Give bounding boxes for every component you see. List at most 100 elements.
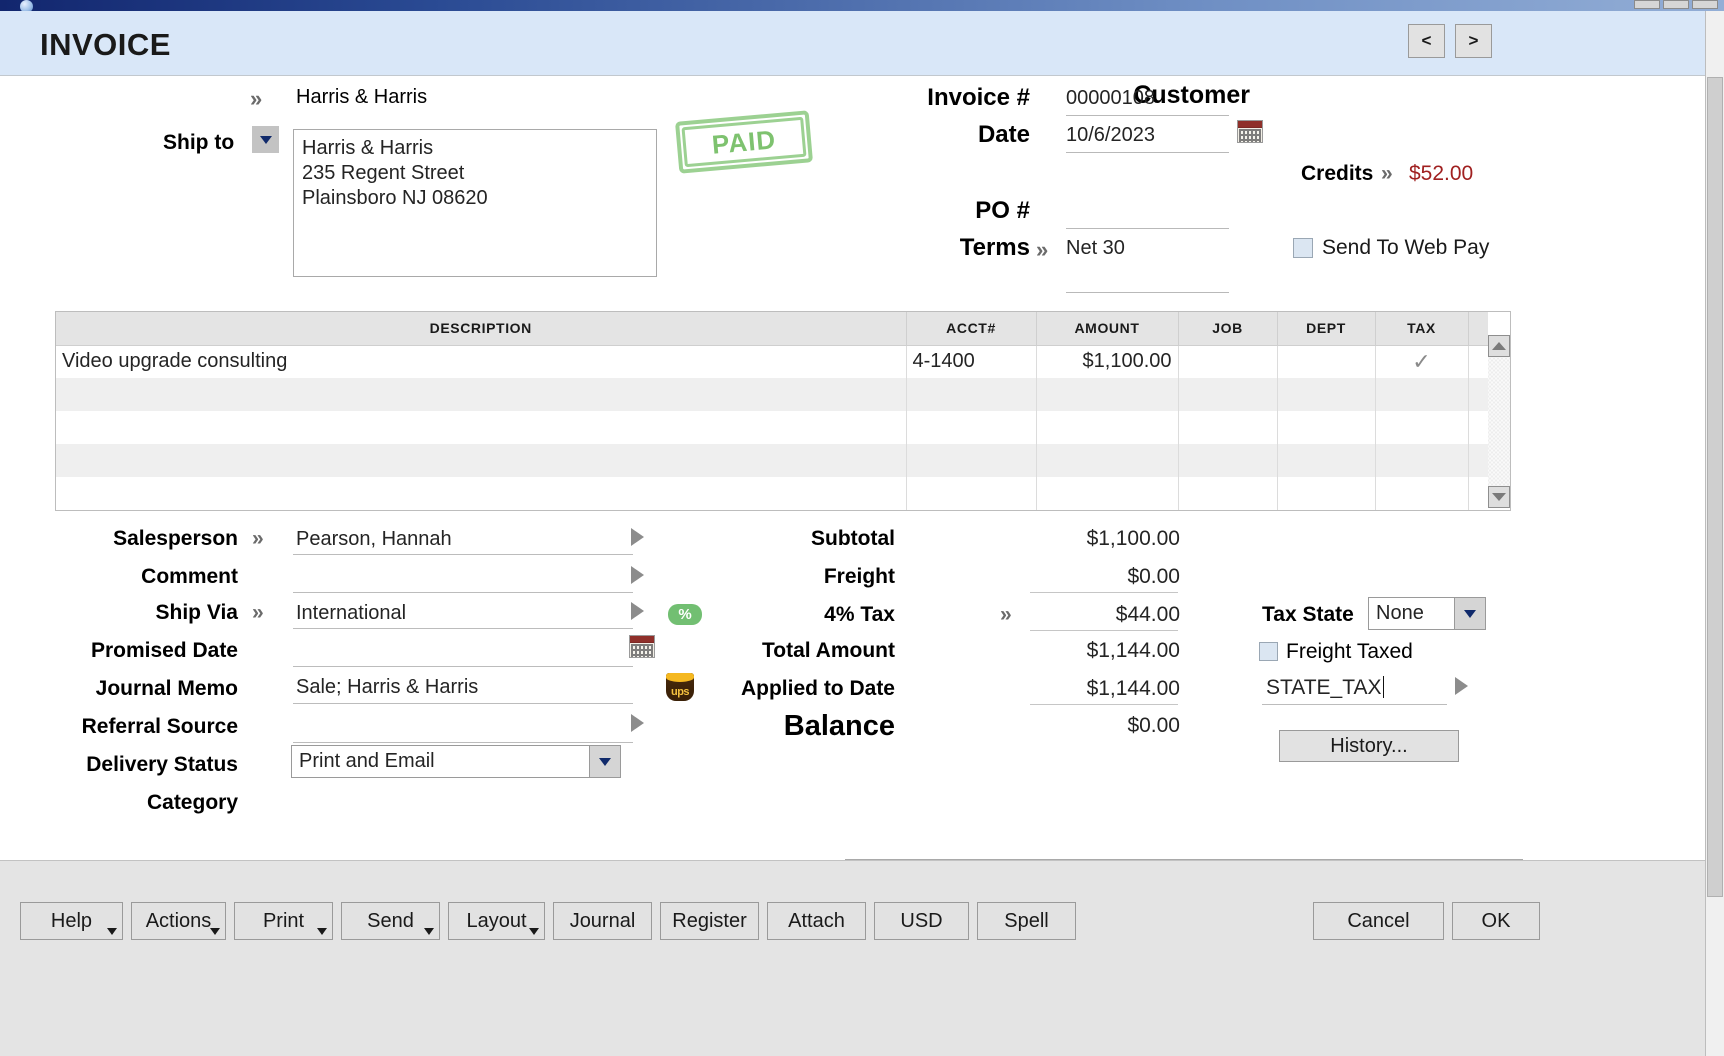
help-button[interactable]: Help bbox=[20, 902, 123, 940]
ship-via-drilldown-icon[interactable]: » bbox=[252, 601, 264, 625]
table-row[interactable] bbox=[56, 444, 1491, 477]
invoice-date-value[interactable]: 10/6/2023 bbox=[1066, 124, 1155, 147]
cell-dept[interactable] bbox=[1277, 444, 1376, 477]
table-row[interactable] bbox=[56, 411, 1491, 444]
cell-job[interactable] bbox=[1178, 477, 1278, 510]
terms-value[interactable]: Net 30 bbox=[1066, 237, 1125, 260]
ship-to-address-field[interactable]: Harris & Harris 235 Regent Street Plains… bbox=[293, 129, 657, 277]
terms-drilldown-icon[interactable]: » bbox=[1036, 237, 1048, 263]
actions-button[interactable]: Actions bbox=[131, 902, 226, 940]
cell-tax[interactable] bbox=[1375, 411, 1469, 444]
delivery-status-dropdown-arrow[interactable] bbox=[589, 746, 620, 777]
cell-dept[interactable] bbox=[1277, 345, 1376, 378]
close-button[interactable] bbox=[1692, 0, 1718, 9]
total-amount-value: $1,144.00 bbox=[1086, 639, 1180, 662]
previous-record-button[interactable]: < bbox=[1408, 24, 1445, 58]
referral-source-label: Referral Source bbox=[81, 715, 238, 738]
journal-memo-value[interactable]: Sale; Harris & Harris bbox=[296, 676, 478, 699]
state-tax-expand-icon[interactable] bbox=[1455, 677, 1468, 695]
history-button[interactable]: History... bbox=[1279, 730, 1459, 762]
print-button[interactable]: Print bbox=[234, 902, 333, 940]
cancel-button[interactable]: Cancel bbox=[1313, 902, 1444, 940]
cell-amount[interactable] bbox=[1036, 411, 1179, 444]
cell-dept[interactable] bbox=[1277, 378, 1376, 411]
tax-drilldown-icon[interactable]: » bbox=[1000, 603, 1012, 627]
calendar-icon[interactable] bbox=[1237, 120, 1263, 143]
cell-acct[interactable] bbox=[906, 444, 1037, 477]
page-scrollbar-thumb[interactable] bbox=[1707, 77, 1723, 897]
salesperson-expand-icon[interactable] bbox=[631, 528, 644, 546]
table-row[interactable] bbox=[56, 378, 1491, 411]
tax-state-select[interactable]: None bbox=[1368, 597, 1486, 630]
cell-description[interactable] bbox=[56, 378, 907, 411]
grid-scroll-track[interactable] bbox=[1488, 357, 1510, 486]
cell-description[interactable]: Video upgrade consulting bbox=[56, 345, 907, 378]
ship-via-value[interactable]: International bbox=[296, 602, 406, 625]
freight-value[interactable]: $0.00 bbox=[1030, 565, 1180, 589]
dropdown-arrow-icon[interactable] bbox=[529, 928, 539, 935]
spell-button[interactable]: Spell bbox=[977, 902, 1076, 940]
cell-amount[interactable] bbox=[1036, 477, 1179, 510]
grid-scroll-down-button[interactable] bbox=[1488, 486, 1510, 508]
cell-dept[interactable] bbox=[1277, 411, 1376, 444]
cell-amount[interactable] bbox=[1036, 444, 1179, 477]
customer-drilldown-icon[interactable]: » bbox=[250, 86, 262, 112]
next-record-button[interactable]: > bbox=[1455, 24, 1492, 58]
dropdown-arrow-icon[interactable] bbox=[424, 928, 434, 935]
cell-description[interactable] bbox=[56, 444, 907, 477]
state-tax-input[interactable]: STATE_TAX bbox=[1266, 676, 1384, 700]
maximize-button[interactable] bbox=[1663, 0, 1689, 9]
table-row[interactable] bbox=[56, 477, 1491, 510]
salesperson-drilldown-icon[interactable]: » bbox=[252, 527, 264, 551]
cell-job[interactable] bbox=[1178, 345, 1278, 378]
delivery-status-select[interactable]: Print and Email bbox=[291, 745, 621, 778]
dropdown-arrow-icon[interactable] bbox=[107, 928, 117, 935]
cell-acct[interactable]: 4-1400 bbox=[906, 345, 1037, 378]
minimize-button[interactable] bbox=[1634, 0, 1660, 9]
cell-description[interactable] bbox=[56, 477, 907, 510]
cell-acct[interactable] bbox=[906, 378, 1037, 411]
promised-date-calendar-icon[interactable] bbox=[629, 635, 655, 658]
grid-scroll-up-button[interactable] bbox=[1488, 335, 1510, 357]
cell-acct[interactable] bbox=[906, 477, 1037, 510]
cell-acct[interactable] bbox=[906, 411, 1037, 444]
page-scrollbar[interactable] bbox=[1705, 11, 1724, 1056]
cell-description[interactable] bbox=[56, 411, 907, 444]
dropdown-arrow-icon[interactable] bbox=[317, 928, 327, 935]
salesperson-value[interactable]: Pearson, Hannah bbox=[296, 528, 452, 551]
send-button[interactable]: Send bbox=[341, 902, 440, 940]
comment-expand-icon[interactable] bbox=[631, 566, 644, 584]
cell-tax[interactable] bbox=[1375, 444, 1469, 477]
credits-drilldown-icon[interactable]: » bbox=[1381, 162, 1393, 186]
ship-via-expand-icon[interactable] bbox=[631, 602, 644, 620]
layout-button[interactable]: Layout bbox=[448, 902, 545, 940]
cell-amount[interactable]: $1,100.00 bbox=[1036, 345, 1179, 378]
cell-job[interactable] bbox=[1178, 411, 1278, 444]
table-row[interactable]: Video upgrade consulting 4-1400 $1,100.0… bbox=[56, 345, 1491, 378]
cell-job[interactable] bbox=[1178, 444, 1278, 477]
window-controls[interactable] bbox=[1634, 0, 1718, 9]
customer-value[interactable]: Harris & Harris bbox=[296, 86, 427, 109]
tax-value[interactable]: $44.00 bbox=[1030, 603, 1180, 627]
grid-scrollbar[interactable] bbox=[1488, 312, 1510, 510]
dropdown-arrow-icon[interactable] bbox=[210, 928, 220, 935]
cell-dept[interactable] bbox=[1277, 477, 1376, 510]
ok-button[interactable]: OK bbox=[1452, 902, 1540, 940]
tax-state-dropdown-arrow[interactable] bbox=[1454, 598, 1485, 629]
comment-underline bbox=[293, 592, 633, 593]
tax-check-icon[interactable]: ✓ bbox=[1412, 349, 1430, 374]
send-to-web-pay-checkbox[interactable] bbox=[1293, 238, 1313, 258]
invoice-number-value[interactable]: 00000108 bbox=[1066, 87, 1155, 110]
journal-button[interactable]: Journal bbox=[553, 902, 652, 940]
attach-button[interactable]: Attach bbox=[767, 902, 866, 940]
freight-taxed-checkbox[interactable] bbox=[1259, 642, 1278, 661]
referral-source-expand-icon[interactable] bbox=[631, 714, 644, 732]
line-items-table: DESCRIPTION ACCT# AMOUNT JOB DEPT TAX Vi… bbox=[56, 312, 1491, 510]
register-button[interactable]: Register bbox=[660, 902, 759, 940]
cell-job[interactable] bbox=[1178, 378, 1278, 411]
ship-to-dropdown-button[interactable] bbox=[252, 126, 279, 153]
cell-amount[interactable] bbox=[1036, 378, 1179, 411]
usd-button[interactable]: USD bbox=[874, 902, 969, 940]
cell-tax[interactable] bbox=[1375, 477, 1469, 510]
cell-tax[interactable] bbox=[1375, 378, 1469, 411]
